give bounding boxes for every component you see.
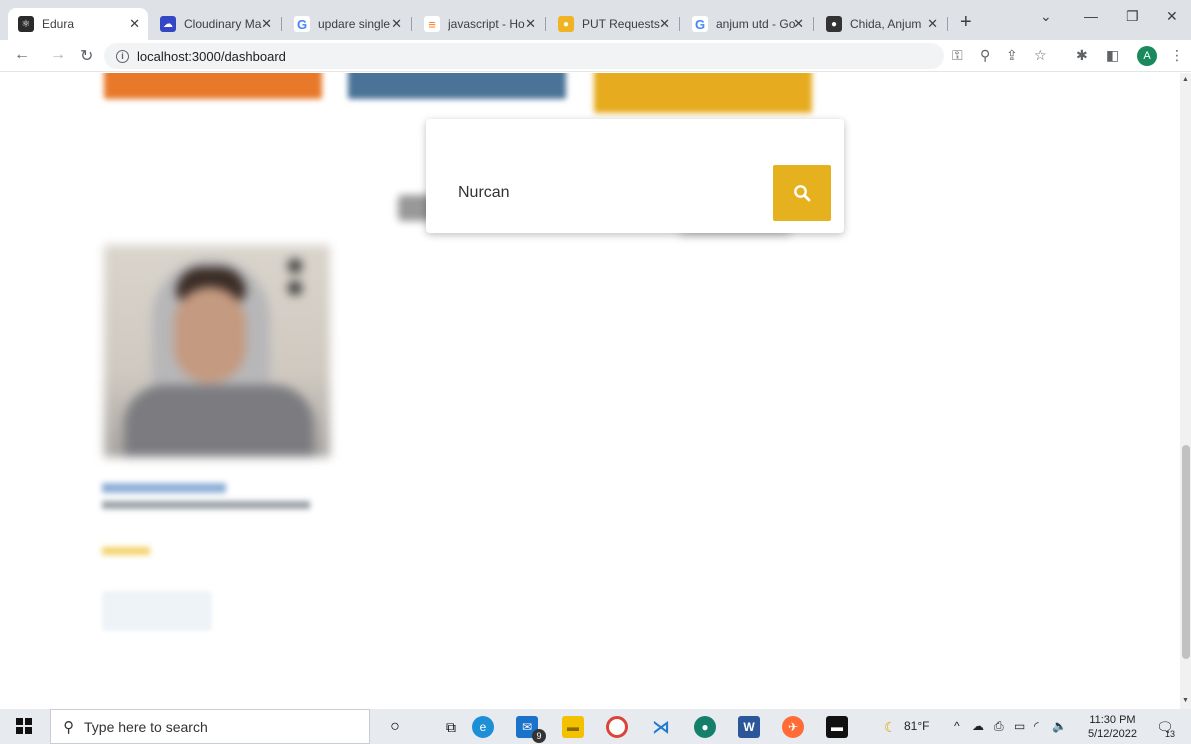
window-close-icon[interactable]: ✕ [1166,8,1178,25]
profile-badge-blurred [102,547,150,555]
profile-details-blurred [102,501,310,509]
tab-separator [947,17,948,31]
tab-separator [411,17,412,31]
tab-cloudinary[interactable]: ☁ Cloudinary Ma ✕ [150,8,280,40]
close-icon[interactable]: ✕ [129,16,140,32]
profile-action-button-blurred[interactable] [102,591,212,631]
close-icon[interactable]: ✕ [525,16,536,32]
site-info-icon[interactable]: i [116,49,129,63]
forward-arrow-icon[interactable]: → [50,46,66,64]
taskbar-search-box[interactable]: ⚲ Type here to search [50,709,370,744]
extensions-puzzle-icon[interactable]: ✱ [1076,47,1088,64]
tab-search-chevron-icon[interactable]: ⌄ [1040,8,1052,25]
search-icon [794,185,811,202]
close-icon[interactable]: ✕ [927,16,938,32]
tray-chevron-up-icon[interactable]: ^ [954,719,960,733]
key-icon[interactable]: ⚿ [952,47,963,64]
onedrive-cloud-icon[interactable]: ☁ [972,719,984,733]
tab-edura[interactable]: ⚛ Edura ✕ [8,8,148,40]
close-icon[interactable]: ✕ [659,16,670,32]
windows-start-icon[interactable] [16,718,32,734]
cloudinary-icon: ☁ [160,16,176,32]
weather-moon-icon[interactable]: ☾ [884,719,897,736]
task-view-icon[interactable]: ⧉ [440,716,462,738]
tab-separator [679,17,680,31]
device-icon[interactable]: ⎙ [994,719,1004,734]
tab-put-requests[interactable]: ● PUT Requests ✕ [548,8,678,40]
minimize-icon[interactable]: — [1084,8,1098,24]
tab-chida-anjum[interactable]: ● Chida, Anjum ✕ [816,8,946,40]
address-bar[interactable]: i localhost:3000/dashboard [104,43,944,69]
profile-photo[interactable] [104,245,330,457]
windows-taskbar: ⚲ Type here to search ○ ⧉ e ✉ 9 ▬ ⋊ ● W … [0,709,1191,744]
zoom-icon[interactable]: ⚲ [980,47,990,64]
site-icon: ● [826,16,842,32]
google-icon: G [692,16,708,32]
browser-tab-strip: ⚛ Edura ✕ ☁ Cloudinary Ma ✕ G updare sin… [0,0,1191,40]
vscode-icon[interactable]: ⋊ [650,716,672,738]
bookmark-star-icon[interactable]: ☆ [1034,47,1047,64]
profile-avatar[interactable]: A [1137,46,1157,66]
terminal-icon[interactable]: ▬ [826,716,848,738]
scroll-thumb[interactable] [1182,445,1190,659]
put-requests-icon: ● [558,16,574,32]
search-button[interactable] [773,165,831,221]
back-arrow-icon[interactable]: ← [14,46,30,64]
chrome-icon[interactable] [606,716,628,738]
scroll-down-arrow-icon[interactable]: ▼ [1182,697,1189,704]
volume-icon[interactable]: 🔈 [1052,719,1067,733]
search-input[interactable] [444,165,774,221]
weather-temperature[interactable]: 81°F [904,719,929,733]
tab-google-search-anjum[interactable]: G anjum utd - Go ✕ [682,8,812,40]
postman-icon[interactable]: ✈ [782,716,804,738]
share-icon[interactable]: ⇪ [1006,47,1018,64]
word-icon[interactable]: W [738,716,760,738]
taskbar-clock[interactable]: 11:30 PM 5/12/2022 [1088,713,1137,741]
profile-name-blurred[interactable] [102,483,226,493]
tab-separator [813,17,814,31]
wifi-icon[interactable]: ◜ [1034,719,1039,733]
tab-separator [545,17,546,31]
cortana-icon[interactable]: ○ [384,716,406,738]
notifications-badge: 13 [1165,729,1176,739]
tab-google-search-update[interactable]: G updare single ✕ [284,8,410,40]
close-icon[interactable]: ✕ [261,16,272,32]
stat-tile-yellow [594,73,812,113]
screen: ⚛ Edura ✕ ☁ Cloudinary Ma ✕ G updare sin… [0,0,1191,744]
new-tab-plus-icon[interactable]: + [960,12,972,32]
google-icon: G [294,16,310,32]
edge-icon[interactable]: e [472,716,494,738]
search-popup [426,119,844,233]
stackoverflow-icon: ≡ [424,16,440,32]
address-text: localhost:3000/dashboard [137,48,286,64]
menu-kebab-icon[interactable]: ⋮ [1170,47,1184,64]
react-icon: ⚛ [18,16,34,32]
tab-stackoverflow[interactable]: ≡ javascript - Ho ✕ [414,8,544,40]
close-icon[interactable]: ✕ [793,16,804,32]
browser-toolbar: ← → ↻ i localhost:3000/dashboard ⚿ ⚲ ⇪ ☆… [0,40,1191,72]
app-icon[interactable]: ● [694,716,716,738]
tab-separator [281,17,282,31]
stat-tile-blue [348,73,566,99]
scroll-up-arrow-icon[interactable]: ▲ [1182,76,1189,83]
close-icon[interactable]: ✕ [391,16,402,32]
file-explorer-icon[interactable]: ▬ [562,716,584,738]
dashboard-page [0,73,1180,709]
page-scrollbar[interactable]: ▲ ▼ [1180,73,1191,709]
side-panel-icon[interactable]: ◧ [1106,47,1119,64]
restore-icon[interactable]: ❐ [1126,8,1139,25]
mail-badge: 9 [532,729,546,743]
stat-tile-orange [104,73,322,99]
search-icon: ⚲ [63,718,74,736]
reload-icon[interactable]: ↻ [80,46,93,66]
battery-icon[interactable]: ▭ [1014,719,1025,733]
